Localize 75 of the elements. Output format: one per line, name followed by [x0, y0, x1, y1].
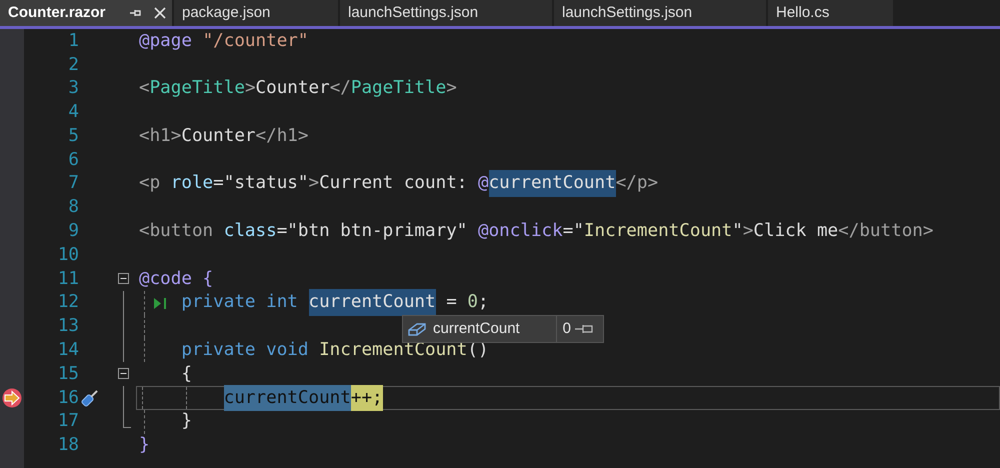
line-number: 18 — [58, 435, 79, 456]
line-number: 3 — [68, 78, 79, 98]
code-token: > — [742, 220, 754, 244]
code-token: { — [181, 362, 192, 386]
collapse-icon[interactable] — [118, 272, 129, 284]
code-token: ; — [478, 291, 489, 314]
code-token: 0 — [467, 291, 478, 314]
line-number: 16 — [58, 388, 79, 408]
code-token: currentCount — [488, 170, 616, 197]
line-number: 4 — [68, 102, 79, 122]
variable-value: 0 — [562, 318, 571, 339]
field-icon — [407, 321, 427, 337]
code-token: @onclick — [478, 220, 563, 244]
code-token: = — [446, 291, 458, 314]
line-number: 12 — [58, 292, 79, 312]
code-token: class — [224, 220, 277, 244]
code-token: @page — [139, 30, 192, 53]
code-token: role — [170, 172, 214, 196]
code-token: ++; — [350, 384, 383, 412]
code-token: > — [308, 172, 320, 196]
collapse-icon[interactable] — [118, 368, 129, 380]
code-token: PageTitle — [150, 77, 245, 100]
line-number: 10 — [58, 244, 79, 265]
code-token: Click me — [753, 220, 838, 244]
line-number: 17 — [58, 411, 79, 432]
code-token: "/counter" — [202, 30, 308, 53]
code-token: </ — [330, 77, 351, 100]
code-token: ="status" — [213, 172, 308, 196]
line-number: 15 — [58, 364, 79, 384]
line-number: 7 — [68, 173, 79, 194]
code-token: } — [181, 410, 192, 434]
line-number: 8 — [68, 197, 79, 218]
code-token: } — [139, 434, 150, 458]
code-token: <p — [139, 172, 160, 196]
code-token: > — [446, 77, 457, 100]
line-number: 9 — [68, 221, 79, 242]
line-number: 11 — [58, 268, 79, 289]
editor-tab[interactable]: Counter.razor — [0, 0, 172, 26]
run-to-click-icon[interactable] — [154, 298, 167, 309]
code-token: < — [139, 77, 150, 100]
code-token: =" — [562, 220, 584, 244]
pin-icon[interactable] — [575, 323, 595, 335]
code-token: </h1> — [256, 124, 308, 148]
code-token: Counter — [181, 124, 256, 148]
variable-name: currentCount — [433, 318, 520, 339]
code-token: currentCount — [308, 289, 436, 316]
code-token: IncrementCount — [584, 220, 732, 244]
code-token: " — [732, 220, 743, 244]
line-number: 14 — [58, 340, 79, 360]
code-token: private void — [181, 339, 308, 362]
code-token: </button> — [838, 220, 934, 244]
code-token: > — [244, 77, 256, 100]
code-token: <h1> — [139, 124, 182, 148]
line-number: 6 — [68, 150, 79, 170]
code-token: private int — [181, 291, 298, 314]
line-number: 13 — [58, 316, 79, 336]
code-token: @ — [478, 172, 489, 196]
close-icon[interactable] — [154, 7, 166, 19]
code-token: @code { — [139, 268, 214, 291]
line-number: 2 — [68, 54, 79, 74]
code-token: PageTitle — [350, 77, 446, 100]
line-number: 1 — [68, 30, 79, 51]
code-token: currentCount — [224, 384, 351, 412]
code-token: IncrementCount — [319, 339, 468, 362]
pin-icon[interactable] — [130, 8, 142, 18]
line-number: 5 — [68, 126, 79, 146]
code-token: Counter — [256, 77, 330, 100]
code-token: <button — [139, 220, 214, 244]
editor-tab[interactable]: package.json — [174, 0, 338, 26]
code-token: ="btn btn-primary" — [276, 220, 468, 244]
code-token: </p> — [616, 172, 658, 196]
editor-tab[interactable]: launchSettings.json — [340, 0, 552, 26]
editor-tab[interactable]: Hello.cs — [768, 0, 893, 26]
code-token: Current count: — [319, 172, 468, 196]
editor-tab[interactable]: launchSettings.json — [554, 0, 766, 26]
